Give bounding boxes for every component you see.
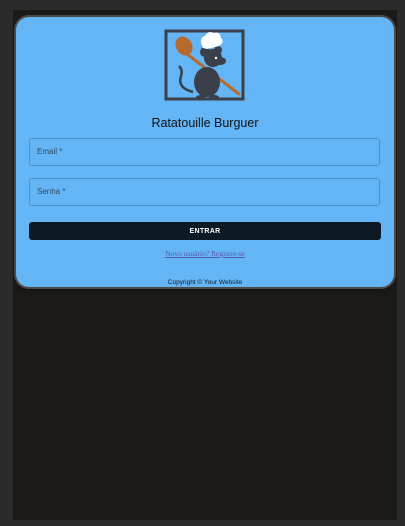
chef-rat-logo-icon	[164, 29, 245, 101]
copyright-text: Copyright © Your Website	[167, 279, 243, 286]
password-field[interactable]: Senha *	[29, 178, 393, 206]
register-link[interactable]: Novo usuário? Registre-se	[16, 249, 394, 258]
email-field[interactable]: Email *	[29, 138, 393, 166]
brand-title: Ratatouille Burguer	[151, 116, 259, 130]
email-input[interactable]	[30, 139, 393, 165]
submit-button[interactable]: ENTRAR	[29, 222, 381, 240]
password-input[interactable]	[30, 179, 393, 205]
login-card: Ratatouille Burguer Email * Senha * ENTR…	[16, 17, 394, 287]
